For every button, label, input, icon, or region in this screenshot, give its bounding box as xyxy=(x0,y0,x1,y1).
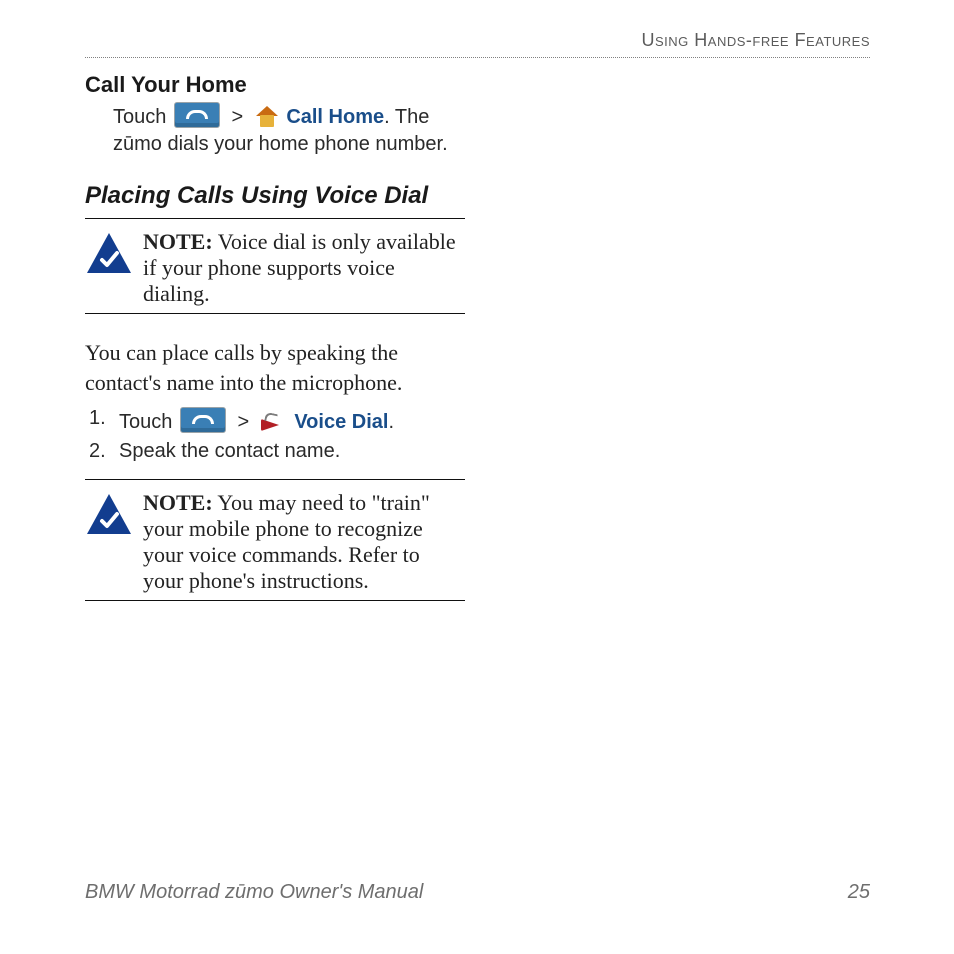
page-number: 25 xyxy=(848,881,870,904)
home-icon xyxy=(255,106,279,128)
section-voice-dial-title: Placing Calls Using Voice Dial xyxy=(85,182,465,210)
section-rule-mid xyxy=(85,313,465,314)
touch-label: Touch xyxy=(113,106,166,128)
touch-label: Touch xyxy=(119,411,172,433)
voice-dial-lead: You can place calls by speaking the cont… xyxy=(85,338,465,397)
step1-after: . xyxy=(388,411,394,433)
note-voice-dial-available: NOTE: Voice dial is only available if yo… xyxy=(85,229,465,307)
header-divider xyxy=(85,57,870,58)
note-label: NOTE: xyxy=(143,490,213,515)
note-text: NOTE: Voice dial is only available if yo… xyxy=(133,229,465,307)
section-rule-bottom-top xyxy=(85,479,465,480)
footer-manual-title: BMW Motorrad zūmo Owner's Manual xyxy=(85,881,423,904)
note-label: NOTE: xyxy=(143,229,213,254)
step-2: Speak the contact name. xyxy=(85,440,465,463)
call-home-link: Call Home xyxy=(286,106,384,128)
voice-dial-icon xyxy=(261,413,287,433)
section-call-your-home-title: Call Your Home xyxy=(85,72,465,98)
call-home-instruction: Touch > Call Home. The zūmo dials your h… xyxy=(85,102,465,158)
phone-icon xyxy=(180,407,226,433)
breadcrumb-separator: > xyxy=(232,106,244,128)
breadcrumb-separator: > xyxy=(238,411,250,433)
section-rule-bottom xyxy=(85,600,465,601)
running-header: Using Hands-free Features xyxy=(85,30,870,57)
section-rule-top xyxy=(85,218,465,219)
note-train-phone: NOTE: You may need to "train" your mobil… xyxy=(85,490,465,594)
note-text: NOTE: You may need to "train" your mobil… xyxy=(133,490,465,594)
checkmark-badge-icon xyxy=(85,492,133,536)
voice-dial-link: Voice Dial xyxy=(294,411,388,433)
checkmark-badge-icon xyxy=(85,231,133,275)
step-1: Touch > Voice Dial. xyxy=(85,407,465,434)
phone-icon xyxy=(174,102,220,128)
voice-dial-steps: Touch > Voice Dial. Speak the contact na… xyxy=(85,407,465,463)
